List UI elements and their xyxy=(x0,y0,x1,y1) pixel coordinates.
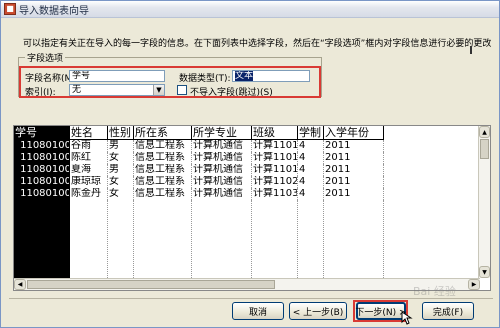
table-cell: 男 xyxy=(108,164,134,176)
table-row[interactable]: 3110801003 夏海 男 信息工程系 计算机通信 计算1101 4 201… xyxy=(14,164,384,176)
table-cell: 4 xyxy=(298,188,324,200)
table-row[interactable]: 1110801001 谷雨 男 信息工程系 计算机通信 计算1101 4 201… xyxy=(14,140,384,152)
table-cell: 5110801005 xyxy=(14,188,70,200)
column-header[interactable]: 所学专业 xyxy=(192,126,252,140)
app-icon: ■ xyxy=(4,3,16,15)
table-cell: 信息工程系 xyxy=(134,140,192,152)
table-cell: 2011 xyxy=(324,164,384,176)
grid-body: 1110801001 谷雨 男 信息工程系 计算机通信 计算1101 4 201… xyxy=(14,140,384,282)
table-row[interactable]: 2110801002 陈红 女 信息工程系 计算机通信 计算1101 4 201… xyxy=(14,152,384,164)
table-cell: 女 xyxy=(108,152,134,164)
table-cell: 4 xyxy=(298,176,324,188)
table-cell xyxy=(108,200,134,282)
column-header[interactable]: 所在系 xyxy=(134,126,192,140)
data-preview-grid[interactable]: 学号 姓名 性别 所在系 所学专业 班级 学制 入学年份 1110801001 … xyxy=(13,125,491,291)
horizontal-scrollbar[interactable]: ◀ ▶ xyxy=(14,278,480,290)
next-button-highlight xyxy=(353,300,408,322)
finish-button[interactable]: 完成(F) xyxy=(422,302,474,320)
mouse-pointer-icon xyxy=(401,311,413,325)
table-cell: 4110801004 xyxy=(14,176,70,188)
table-cell xyxy=(252,200,298,282)
watermark: Bai 经验 xyxy=(413,285,456,298)
scroll-left-icon[interactable]: ◀ xyxy=(14,279,26,290)
table-cell: 陈金丹 xyxy=(70,188,108,200)
table-cell xyxy=(134,200,192,282)
window-title: 导入数据表向导 xyxy=(19,5,89,17)
table-cell xyxy=(298,200,324,282)
vertical-scrollbar[interactable]: ▲ ▼ xyxy=(478,126,490,278)
field-options-highlight xyxy=(19,66,321,98)
table-cell: 计算1101 xyxy=(253,152,298,164)
instruction-text: 可以指定有关正在导入的每一字段的信息。在下面列表中选择字段，然后在“字段选项”框… xyxy=(23,39,492,49)
table-cell: 2011 xyxy=(324,176,384,188)
column-header[interactable]: 姓名 xyxy=(70,126,108,140)
table-cell: 4 xyxy=(298,140,324,152)
table-cell: 4 xyxy=(298,164,324,176)
scroll-down-icon[interactable]: ▼ xyxy=(479,266,490,278)
column-header[interactable]: 学制 xyxy=(298,126,324,140)
table-cell xyxy=(14,200,70,282)
table-cell: 计算1101 xyxy=(253,140,298,152)
table-row[interactable]: 5110801005 陈金丹 女 信息工程系 计算机通信 计算1103 4 20… xyxy=(14,188,384,200)
table-cell: 信息工程系 xyxy=(134,188,192,200)
table-cell: 2110801002 xyxy=(14,152,70,164)
table-cell: 3110801003 xyxy=(14,164,70,176)
table-cell: 4 xyxy=(298,152,324,164)
table-row[interactable]: 4110801004 康琼琼 女 信息工程系 计算机通信 计算1102 4 20… xyxy=(14,176,384,188)
table-cell: 计算1103 xyxy=(253,188,298,200)
table-cell: 2011 xyxy=(324,188,384,200)
table-cell: 陈红 xyxy=(70,152,108,164)
column-header[interactable]: 班级 xyxy=(252,126,298,140)
table-cell: 计算机通信 xyxy=(192,152,252,164)
table-cell: 计算机通信 xyxy=(192,140,252,152)
table-cell: 信息工程系 xyxy=(134,176,192,188)
import-wizard-window: ■ 导入数据表向导 可以指定有关正在导入的每一字段的信息。在下面列表中选择字段，… xyxy=(0,0,500,328)
column-header[interactable]: 学号 xyxy=(14,126,70,140)
table-cell: 2011 xyxy=(324,140,384,152)
table-cell: 夏海 xyxy=(70,164,108,176)
table-cell: 女 xyxy=(108,188,134,200)
back-button[interactable]: < 上一步(B) xyxy=(289,302,347,320)
table-cell: 康琼琼 xyxy=(70,176,108,188)
table-cell: 信息工程系 xyxy=(134,164,192,176)
table-cell: 计算机通信 xyxy=(192,164,252,176)
scroll-up-icon[interactable]: ▲ xyxy=(479,126,490,138)
table-cell: 计算1102 xyxy=(253,176,298,188)
table-cell xyxy=(324,200,384,282)
text-cursor-mark xyxy=(470,46,472,54)
scroll-right-icon[interactable]: ▶ xyxy=(468,279,480,290)
horizontal-scroll-thumb[interactable] xyxy=(27,280,275,289)
table-cell: 计算机通信 xyxy=(192,176,252,188)
vertical-scroll-thumb[interactable] xyxy=(480,139,489,159)
table-cell: 计算1101 xyxy=(253,164,298,176)
table-cell xyxy=(70,200,108,282)
field-options-legend: 字段选项 xyxy=(25,51,66,64)
column-header[interactable]: 入学年份 xyxy=(324,126,384,140)
table-cell: 2011 xyxy=(324,152,384,164)
table-cell: 女 xyxy=(108,176,134,188)
column-header[interactable]: 性别 xyxy=(108,126,134,140)
cancel-button[interactable]: 取消 xyxy=(232,302,284,320)
table-cell: 信息工程系 xyxy=(134,152,192,164)
grid-header: 学号 姓名 性别 所在系 所学专业 班级 学制 入学年份 xyxy=(14,126,384,140)
table-cell: 谷雨 xyxy=(70,140,108,152)
table-cell xyxy=(192,200,252,282)
table-cell: 1110801001 xyxy=(14,140,70,152)
table-cell: 计算机通信 xyxy=(192,188,252,200)
table-cell: 男 xyxy=(108,140,134,152)
empty-grid-area xyxy=(14,200,384,282)
title-bar: ■ 导入数据表向导 xyxy=(1,1,499,18)
